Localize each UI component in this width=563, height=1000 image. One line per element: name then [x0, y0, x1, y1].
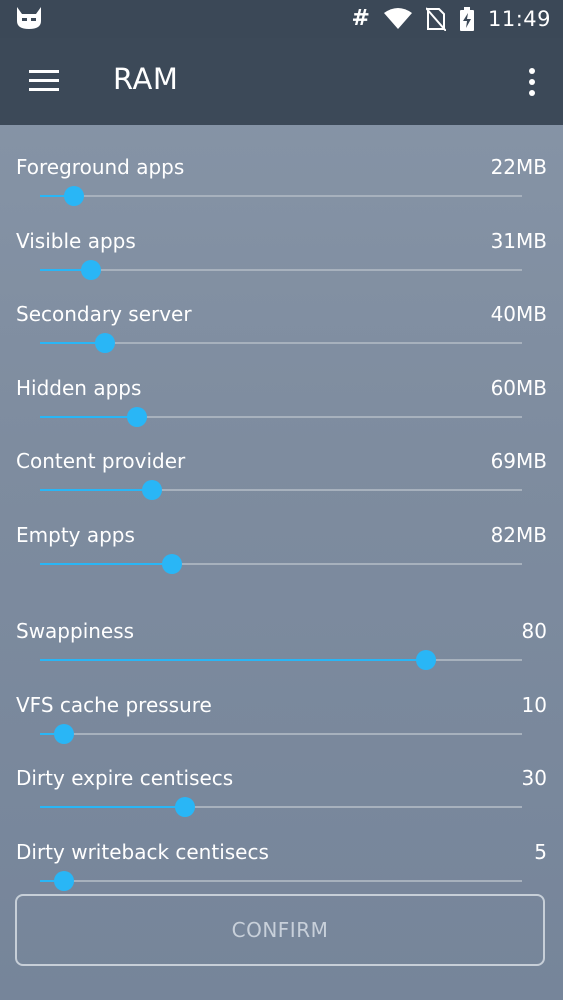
setting-label: VFS cache pressure [16, 693, 212, 717]
slider-thumb[interactable] [162, 554, 182, 574]
setting-label: Secondary server [16, 302, 192, 326]
slider-fill [40, 806, 185, 808]
no-sim-icon [425, 7, 446, 31]
setting-value: 22MB [490, 155, 547, 179]
setting-vfs-cache-pressure: VFS cache pressure 10 [0, 663, 563, 744]
setting-visible-apps: Visible apps 31MB [0, 199, 563, 280]
more-vert-icon[interactable] [517, 62, 547, 102]
setting-label: Dirty writeback centisecs [16, 840, 269, 864]
setting-value: 60MB [490, 376, 547, 400]
slider-fill [40, 659, 426, 661]
setting-label: Empty apps [16, 523, 135, 547]
slider-track [40, 269, 522, 271]
setting-content-provider: Content provider 69MB [0, 419, 563, 500]
empty-apps-slider[interactable] [40, 553, 522, 575]
setting-label: Swappiness [16, 619, 135, 643]
setting-hidden-apps: Hidden apps 60MB [0, 346, 563, 427]
setting-value: 82MB [490, 523, 547, 547]
setting-secondary-server: Secondary server 40MB [0, 272, 563, 353]
slider-track [40, 195, 522, 197]
setting-label: Dirty expire centisecs [16, 766, 234, 790]
setting-swappiness: Swappiness 80 [0, 589, 563, 670]
hash-icon: # [351, 6, 370, 31]
setting-empty-apps: Empty apps 82MB [0, 493, 563, 574]
setting-value: 10 [521, 693, 547, 717]
slider-thumb[interactable] [54, 871, 74, 891]
setting-label: Foreground apps [16, 155, 185, 179]
cyanogenmod-icon [17, 7, 41, 29]
slider-track [40, 733, 522, 735]
slider-fill [40, 489, 152, 491]
confirm-button[interactable]: CONFIRM [15, 894, 545, 966]
slider-track [40, 880, 522, 882]
wifi-icon [383, 8, 412, 29]
setting-value: 30 [521, 766, 547, 790]
setting-dirty-expire-centisecs: Dirty expire centisecs 30 [0, 736, 563, 817]
setting-label: Visible apps [16, 229, 136, 253]
page-title: RAM [113, 62, 179, 96]
status-time: 11:49 [487, 7, 551, 31]
setting-value: 40MB [490, 302, 547, 326]
hamburger-menu-icon[interactable] [22, 60, 66, 104]
status-icons: # 11:49 [352, 0, 551, 38]
setting-value: 80 [521, 619, 547, 643]
setting-dirty-writeback-centisecs: Dirty writeback centisecs 5 [0, 810, 563, 891]
setting-label: Hidden apps [16, 376, 142, 400]
setting-label: Content provider [16, 449, 186, 473]
setting-value: 69MB [490, 449, 547, 473]
setting-value: 31MB [490, 229, 547, 253]
slider-fill [40, 416, 137, 418]
app-bar: RAM [0, 38, 563, 125]
dirty-writeback-centisecs-slider[interactable] [40, 870, 522, 892]
setting-foreground-apps: Foreground apps 22MB [0, 125, 563, 206]
status-bar: # 11:49 [0, 0, 563, 38]
setting-value: 5 [534, 840, 547, 864]
slider-fill [40, 563, 172, 565]
battery-charging-icon [459, 7, 474, 31]
